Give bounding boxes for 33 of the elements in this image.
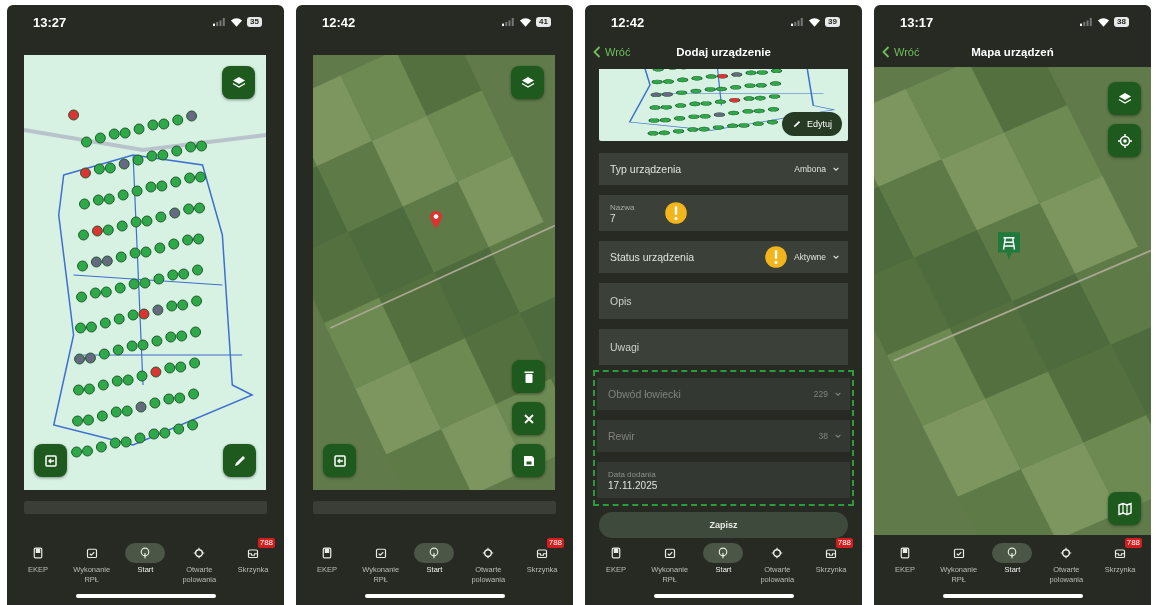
input-field[interactable]: Opis [599,283,848,319]
input-field[interactable]: Nazwa 7 [599,195,848,231]
input-field[interactable]: Uwagi [599,329,848,365]
back-button[interactable]: Wróć [585,46,631,58]
status-time: 12:42 [322,14,356,30]
count-badge: 788 [835,538,854,548]
count-badge: 788 [257,538,276,548]
status-time: 12:42 [611,14,645,30]
field-label: Status urządzenia [610,251,696,263]
count-badge: 788 [546,538,565,548]
field-label: Nazwa [610,202,635,212]
field-label: Rewir [608,430,636,442]
field-value: Aktywne [793,252,826,262]
save-button[interactable]: Zapisz [599,512,848,538]
status-time: 13:27 [33,14,67,30]
field-label: Obwód łowiecki [608,388,682,400]
field-label: Data dodania [608,469,657,479]
field-label: Typ urządzenia [610,163,683,175]
battery-level: 41 [536,17,551,27]
edit-button[interactable]: Edytuj [782,112,842,136]
status-time: 13:17 [900,14,934,30]
back-button[interactable]: Wróć [874,46,920,58]
field-value: Ambona [794,164,826,174]
count-badge: 788 [1124,538,1143,548]
screen-title: Dodaj urządzenie [676,46,771,58]
field-value: 7 [610,212,617,224]
battery-level: 35 [247,17,262,27]
dropdown-field[interactable]: Typ urządzenia Ambona [599,153,848,185]
battery-level: 38 [1114,17,1129,27]
dropdown-field[interactable]: Status urządzenia Aktywne [599,241,848,273]
screen-title: Mapa urządzeń [971,46,1054,58]
field-value: 17.11.2025 [608,479,658,491]
battery-level: 39 [825,17,840,27]
